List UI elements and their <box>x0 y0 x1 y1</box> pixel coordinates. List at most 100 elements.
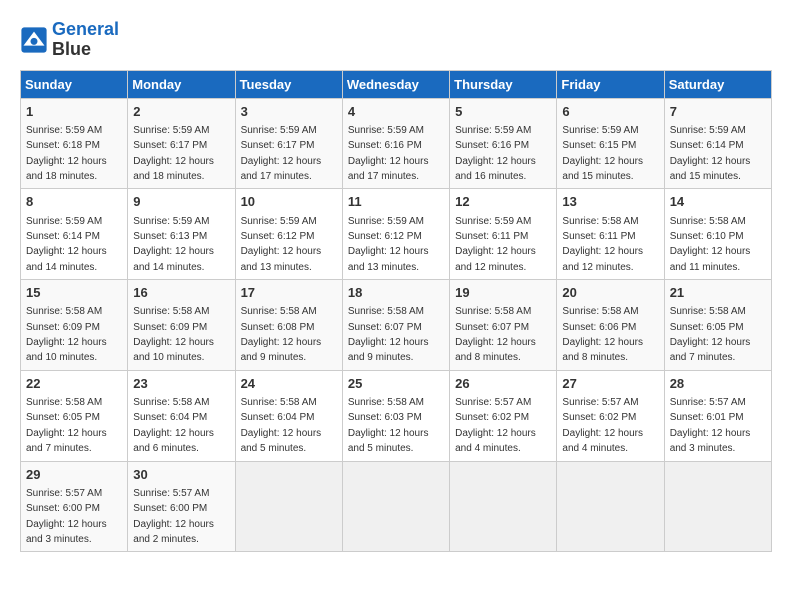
header-friday: Friday <box>557 70 664 98</box>
day-number: 16 <box>133 284 229 302</box>
day-detail: Sunrise: 5:58 AMSunset: 6:04 PMDaylight:… <box>133 397 214 454</box>
day-number: 5 <box>455 103 551 121</box>
calendar-cell: 12 Sunrise: 5:59 AMSunset: 6:11 PMDaylig… <box>450 189 557 280</box>
calendar-cell <box>450 461 557 552</box>
calendar-cell: 13 Sunrise: 5:58 AMSunset: 6:11 PMDaylig… <box>557 189 664 280</box>
calendar-cell: 8 Sunrise: 5:59 AMSunset: 6:14 PMDayligh… <box>21 189 128 280</box>
day-number: 14 <box>670 193 766 211</box>
calendar-cell: 29 Sunrise: 5:57 AMSunset: 6:00 PMDaylig… <box>21 461 128 552</box>
day-number: 8 <box>26 193 122 211</box>
calendar-cell <box>557 461 664 552</box>
day-detail: Sunrise: 5:57 AMSunset: 6:01 PMDaylight:… <box>670 397 751 454</box>
day-detail: Sunrise: 5:58 AMSunset: 6:07 PMDaylight:… <box>348 306 429 363</box>
page-header: GeneralBlue <box>20 20 772 60</box>
day-number: 11 <box>348 193 444 211</box>
calendar-cell: 30 Sunrise: 5:57 AMSunset: 6:00 PMDaylig… <box>128 461 235 552</box>
logo: GeneralBlue <box>20 20 119 60</box>
day-number: 6 <box>562 103 658 121</box>
day-number: 2 <box>133 103 229 121</box>
calendar-cell: 11 Sunrise: 5:59 AMSunset: 6:12 PMDaylig… <box>342 189 449 280</box>
day-number: 24 <box>241 375 337 393</box>
header-wednesday: Wednesday <box>342 70 449 98</box>
day-detail: Sunrise: 5:58 AMSunset: 6:06 PMDaylight:… <box>562 306 643 363</box>
calendar-cell: 7 Sunrise: 5:59 AMSunset: 6:14 PMDayligh… <box>664 98 771 189</box>
calendar-cell: 22 Sunrise: 5:58 AMSunset: 6:05 PMDaylig… <box>21 370 128 461</box>
calendar-cell: 6 Sunrise: 5:59 AMSunset: 6:15 PMDayligh… <box>557 98 664 189</box>
day-detail: Sunrise: 5:58 AMSunset: 6:09 PMDaylight:… <box>26 306 107 363</box>
day-number: 28 <box>670 375 766 393</box>
day-number: 20 <box>562 284 658 302</box>
day-number: 22 <box>26 375 122 393</box>
calendar-cell: 21 Sunrise: 5:58 AMSunset: 6:05 PMDaylig… <box>664 280 771 371</box>
calendar-cell <box>664 461 771 552</box>
day-detail: Sunrise: 5:59 AMSunset: 6:17 PMDaylight:… <box>241 125 322 182</box>
day-detail: Sunrise: 5:59 AMSunset: 6:13 PMDaylight:… <box>133 216 214 273</box>
day-number: 19 <box>455 284 551 302</box>
calendar-cell: 4 Sunrise: 5:59 AMSunset: 6:16 PMDayligh… <box>342 98 449 189</box>
week-row-5: 29 Sunrise: 5:57 AMSunset: 6:00 PMDaylig… <box>21 461 772 552</box>
logo-icon <box>20 26 48 54</box>
calendar-cell: 14 Sunrise: 5:58 AMSunset: 6:10 PMDaylig… <box>664 189 771 280</box>
calendar-cell: 1 Sunrise: 5:59 AMSunset: 6:18 PMDayligh… <box>21 98 128 189</box>
calendar-cell: 5 Sunrise: 5:59 AMSunset: 6:16 PMDayligh… <box>450 98 557 189</box>
day-detail: Sunrise: 5:57 AMSunset: 6:02 PMDaylight:… <box>455 397 536 454</box>
day-detail: Sunrise: 5:58 AMSunset: 6:04 PMDaylight:… <box>241 397 322 454</box>
header-saturday: Saturday <box>664 70 771 98</box>
day-detail: Sunrise: 5:58 AMSunset: 6:10 PMDaylight:… <box>670 216 751 273</box>
day-number: 27 <box>562 375 658 393</box>
day-detail: Sunrise: 5:59 AMSunset: 6:12 PMDaylight:… <box>241 216 322 273</box>
day-detail: Sunrise: 5:58 AMSunset: 6:05 PMDaylight:… <box>670 306 751 363</box>
header-sunday: Sunday <box>21 70 128 98</box>
calendar-cell: 19 Sunrise: 5:58 AMSunset: 6:07 PMDaylig… <box>450 280 557 371</box>
day-detail: Sunrise: 5:57 AMSunset: 6:00 PMDaylight:… <box>133 488 214 545</box>
day-detail: Sunrise: 5:57 AMSunset: 6:02 PMDaylight:… <box>562 397 643 454</box>
day-number: 7 <box>670 103 766 121</box>
day-number: 17 <box>241 284 337 302</box>
day-number: 4 <box>348 103 444 121</box>
logo-text: GeneralBlue <box>52 20 119 60</box>
calendar-cell: 25 Sunrise: 5:58 AMSunset: 6:03 PMDaylig… <box>342 370 449 461</box>
day-detail: Sunrise: 5:59 AMSunset: 6:16 PMDaylight:… <box>455 125 536 182</box>
calendar-cell: 24 Sunrise: 5:58 AMSunset: 6:04 PMDaylig… <box>235 370 342 461</box>
header-tuesday: Tuesday <box>235 70 342 98</box>
calendar-cell: 26 Sunrise: 5:57 AMSunset: 6:02 PMDaylig… <box>450 370 557 461</box>
calendar-cell: 27 Sunrise: 5:57 AMSunset: 6:02 PMDaylig… <box>557 370 664 461</box>
calendar-cell: 28 Sunrise: 5:57 AMSunset: 6:01 PMDaylig… <box>664 370 771 461</box>
day-number: 9 <box>133 193 229 211</box>
calendar-cell <box>235 461 342 552</box>
header-thursday: Thursday <box>450 70 557 98</box>
day-number: 13 <box>562 193 658 211</box>
week-row-3: 15 Sunrise: 5:58 AMSunset: 6:09 PMDaylig… <box>21 280 772 371</box>
header-row: SundayMondayTuesdayWednesdayThursdayFrid… <box>21 70 772 98</box>
day-detail: Sunrise: 5:58 AMSunset: 6:11 PMDaylight:… <box>562 216 643 273</box>
day-number: 3 <box>241 103 337 121</box>
calendar-cell: 2 Sunrise: 5:59 AMSunset: 6:17 PMDayligh… <box>128 98 235 189</box>
week-row-2: 8 Sunrise: 5:59 AMSunset: 6:14 PMDayligh… <box>21 189 772 280</box>
day-detail: Sunrise: 5:59 AMSunset: 6:11 PMDaylight:… <box>455 216 536 273</box>
day-number: 25 <box>348 375 444 393</box>
day-detail: Sunrise: 5:58 AMSunset: 6:07 PMDaylight:… <box>455 306 536 363</box>
day-detail: Sunrise: 5:58 AMSunset: 6:03 PMDaylight:… <box>348 397 429 454</box>
calendar-cell: 20 Sunrise: 5:58 AMSunset: 6:06 PMDaylig… <box>557 280 664 371</box>
day-detail: Sunrise: 5:58 AMSunset: 6:08 PMDaylight:… <box>241 306 322 363</box>
day-number: 21 <box>670 284 766 302</box>
day-detail: Sunrise: 5:59 AMSunset: 6:15 PMDaylight:… <box>562 125 643 182</box>
calendar-cell: 10 Sunrise: 5:59 AMSunset: 6:12 PMDaylig… <box>235 189 342 280</box>
header-monday: Monday <box>128 70 235 98</box>
day-number: 26 <box>455 375 551 393</box>
day-detail: Sunrise: 5:59 AMSunset: 6:16 PMDaylight:… <box>348 125 429 182</box>
calendar-cell: 17 Sunrise: 5:58 AMSunset: 6:08 PMDaylig… <box>235 280 342 371</box>
day-number: 1 <box>26 103 122 121</box>
day-detail: Sunrise: 5:59 AMSunset: 6:18 PMDaylight:… <box>26 125 107 182</box>
calendar-cell: 18 Sunrise: 5:58 AMSunset: 6:07 PMDaylig… <box>342 280 449 371</box>
day-number: 23 <box>133 375 229 393</box>
calendar-cell: 15 Sunrise: 5:58 AMSunset: 6:09 PMDaylig… <box>21 280 128 371</box>
day-number: 30 <box>133 466 229 484</box>
calendar-cell: 9 Sunrise: 5:59 AMSunset: 6:13 PMDayligh… <box>128 189 235 280</box>
day-number: 15 <box>26 284 122 302</box>
calendar-cell <box>342 461 449 552</box>
week-row-4: 22 Sunrise: 5:58 AMSunset: 6:05 PMDaylig… <box>21 370 772 461</box>
day-number: 18 <box>348 284 444 302</box>
calendar-cell: 16 Sunrise: 5:58 AMSunset: 6:09 PMDaylig… <box>128 280 235 371</box>
day-detail: Sunrise: 5:59 AMSunset: 6:12 PMDaylight:… <box>348 216 429 273</box>
